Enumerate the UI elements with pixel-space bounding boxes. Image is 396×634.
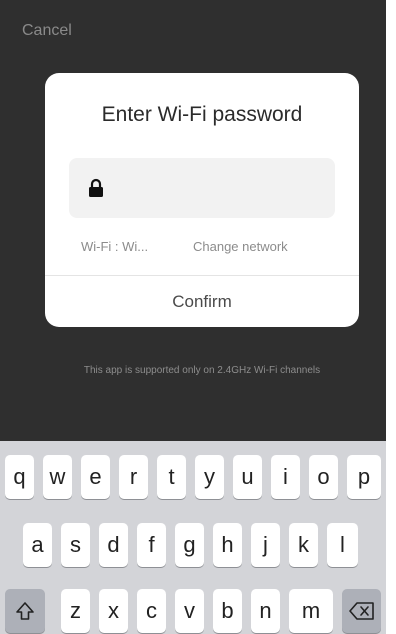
key-o[interactable]: o — [309, 455, 338, 499]
key-t[interactable]: t — [157, 455, 186, 499]
key-s[interactable]: s — [61, 523, 90, 567]
key-p[interactable]: p — [347, 455, 381, 499]
key-k[interactable]: k — [289, 523, 318, 567]
key-b[interactable]: b — [213, 589, 242, 633]
key-l[interactable]: l — [327, 523, 358, 567]
backspace-icon — [342, 601, 381, 621]
key-i[interactable]: i — [271, 455, 300, 499]
key-y[interactable]: y — [195, 455, 224, 499]
frequency-note: This app is supported only on 2.4GHz Wi-… — [83, 365, 321, 376]
screen: Cancel Enter Wi-Fi password Wi-Fi : Wi..… — [0, 0, 386, 634]
key-f[interactable]: f — [137, 523, 166, 567]
key-m[interactable]: m — [289, 589, 333, 633]
key-a[interactable]: a — [23, 523, 52, 567]
backspace-key[interactable] — [342, 589, 381, 633]
key-j[interactable]: j — [251, 523, 280, 567]
dialog-title: Enter Wi-Fi password — [101, 103, 303, 126]
key-n[interactable]: n — [251, 589, 280, 633]
key-r[interactable]: r — [119, 455, 148, 499]
wifi-network-name: Wi-Fi : Wi... — [81, 239, 149, 254]
change-network-link[interactable]: Change network — [193, 239, 288, 254]
key-z[interactable]: z — [61, 589, 90, 633]
key-x[interactable]: x — [99, 589, 128, 633]
password-field[interactable] — [69, 158, 335, 218]
lock-icon — [88, 178, 104, 198]
screen-edge — [386, 0, 396, 634]
key-e[interactable]: e — [81, 455, 110, 499]
wifi-password-dialog: Enter Wi-Fi password Wi-Fi : Wi... Chang… — [45, 73, 359, 327]
network-row: Wi-Fi : Wi... Change network — [45, 239, 359, 259]
key-g[interactable]: g — [175, 523, 204, 567]
key-v[interactable]: v — [175, 589, 204, 633]
key-c[interactable]: c — [137, 589, 166, 633]
key-d[interactable]: d — [99, 523, 128, 567]
key-q[interactable]: q — [5, 455, 34, 499]
confirm-button[interactable]: Confirm — [45, 276, 359, 327]
shift-icon — [5, 600, 45, 622]
cancel-button[interactable]: Cancel — [22, 22, 72, 40]
key-w[interactable]: w — [43, 455, 72, 499]
keyboard: q w e r t y u i o p a s d f g h j k l z … — [0, 441, 386, 634]
shift-key[interactable] — [5, 589, 45, 633]
key-u[interactable]: u — [233, 455, 262, 499]
key-h[interactable]: h — [213, 523, 242, 567]
